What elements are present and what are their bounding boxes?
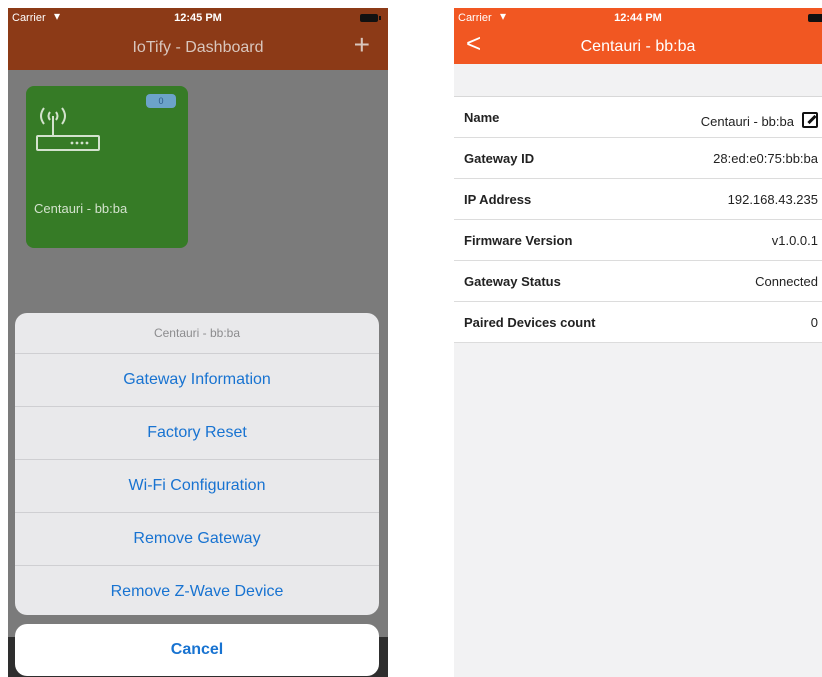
- info-row-firmware: Firmware Version v1.0.0.1: [454, 220, 822, 261]
- info-row-paired-devices: Paired Devices count 0: [454, 302, 822, 343]
- info-row-name: Name Centauri - bb:ba: [454, 97, 822, 138]
- row-label: Firmware Version: [464, 233, 573, 248]
- cancel-button[interactable]: Cancel: [15, 624, 379, 676]
- dashboard-screen: Carrier ▾ 12:45 PM IoTify - Dashboard + …: [8, 8, 388, 677]
- gateway-info-screen: Carrier ▾ 12:44 PM < Centauri - bb:ba Na…: [454, 8, 822, 677]
- battery-icon: [360, 14, 381, 22]
- page-title: Centauri - bb:ba: [580, 38, 696, 55]
- status-time: 12:45 PM: [174, 12, 222, 24]
- factory-reset-button[interactable]: Factory Reset: [15, 407, 379, 460]
- row-label: Name: [464, 110, 500, 125]
- battery-icon: [808, 14, 822, 22]
- row-label: Gateway Status: [464, 274, 561, 289]
- add-button[interactable]: +: [354, 30, 370, 60]
- page-title: IoTify - Dashboard: [132, 39, 264, 56]
- info-row-ip-address: IP Address 192.168.43.235: [454, 179, 822, 220]
- row-value: v1.0.0.1: [771, 233, 818, 248]
- row-value: Centauri - bb:ba: [701, 110, 818, 129]
- status-bar: Carrier ▾ 12:45 PM: [8, 8, 388, 28]
- gateway-name-value: Centauri - bb:ba: [700, 114, 794, 129]
- info-row-status: Gateway Status Connected: [454, 261, 822, 302]
- gateway-name: Centauri - bb:ba: [34, 201, 128, 216]
- action-sheet: Centauri - bb:ba Gateway Information Fac…: [15, 313, 379, 615]
- gateway-information-button[interactable]: Gateway Information: [15, 354, 379, 407]
- row-value: 0: [810, 315, 818, 330]
- edit-icon[interactable]: [802, 112, 818, 128]
- action-sheet-title: Centauri - bb:ba: [15, 313, 379, 354]
- wifi-configuration-button[interactable]: Wi-Fi Configuration: [15, 460, 379, 513]
- row-value: 28:ed:e0:75:bb:ba: [713, 151, 818, 166]
- remove-gateway-button[interactable]: Remove Gateway: [15, 513, 379, 566]
- gateway-tile[interactable]: 0 Centauri - bb:ba: [26, 86, 188, 248]
- remove-zwave-device-button[interactable]: Remove Z-Wave Device: [15, 566, 379, 615]
- row-label: IP Address: [464, 192, 532, 207]
- row-value: Connected: [755, 274, 818, 289]
- row-label: Paired Devices count: [464, 315, 596, 330]
- navigation-bar: Carrier ▾ 12:44 PM < Centauri - bb:ba: [454, 8, 822, 64]
- status-bar: Carrier ▾ 12:44 PM: [454, 8, 822, 28]
- status-time: 12:44 PM: [614, 12, 662, 24]
- navigation-bar: Carrier ▾ 12:45 PM IoTify - Dashboard +: [8, 8, 388, 70]
- router-icon: [36, 107, 100, 151]
- device-count-badge: 0: [146, 94, 176, 108]
- gateway-info-table: Name Centauri - bb:ba Gateway ID 28:ed:e…: [454, 96, 822, 343]
- row-value: 192.168.43.235: [727, 192, 818, 207]
- info-row-gateway-id: Gateway ID 28:ed:e0:75:bb:ba: [454, 138, 822, 179]
- row-label: Gateway ID: [464, 151, 535, 166]
